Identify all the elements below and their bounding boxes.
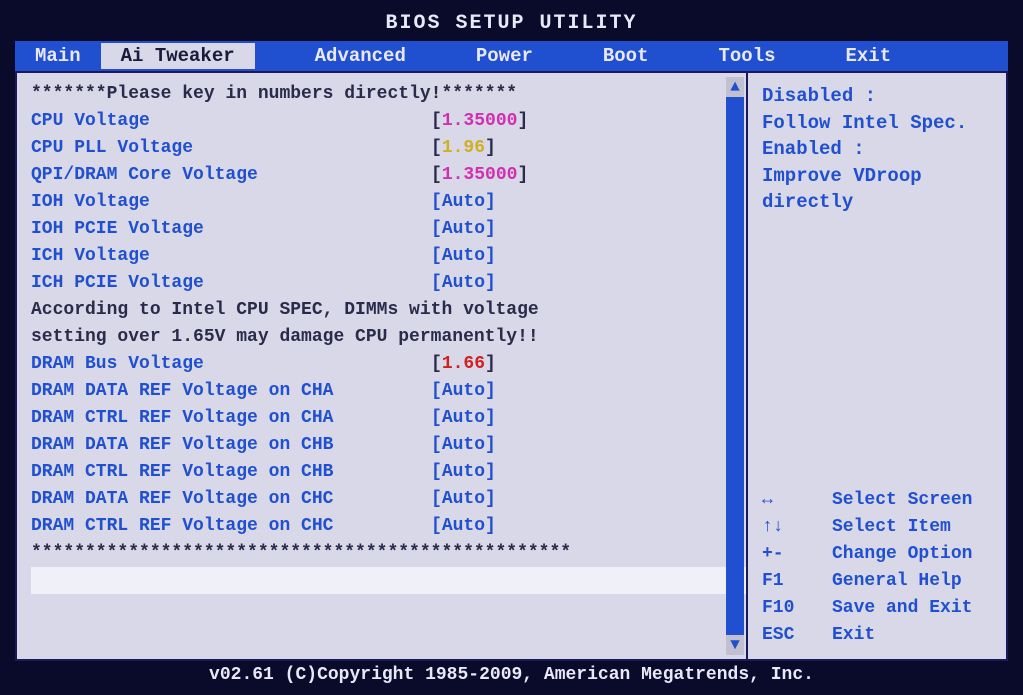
setting-value: [Auto] — [431, 270, 496, 297]
scrollbar[interactable]: ▲ ▼ — [726, 77, 744, 655]
header-hint: ******* Please key in numbers directly! … — [31, 81, 746, 108]
help-line: Enabled : — [762, 136, 992, 163]
setting-label: DRAM CTRL REF Voltage on CHC — [31, 513, 431, 540]
tab-boot[interactable]: Boot — [583, 43, 669, 69]
title-bar: BIOS SETUP UTILITY — [15, 10, 1008, 41]
setting-value: [Auto] — [431, 432, 496, 459]
setting-value: [Enabled] — [433, 567, 530, 594]
settings-panel: ******* Please key in numbers directly! … — [17, 73, 746, 659]
setting-dram-ctrl-ref-chc[interactable]: DRAM CTRL REF Voltage on CHC [Auto] — [31, 513, 746, 540]
setting-label: DRAM DATA REF Voltage on CHB — [31, 432, 431, 459]
setting-dram-bus-voltage[interactable]: DRAM Bus Voltage [1.66] — [31, 351, 746, 378]
main-area: ******* Please key in numbers directly! … — [15, 71, 1008, 661]
tab-advanced[interactable]: Advanced — [295, 43, 426, 69]
header-text: Please key in numbers directly! — [107, 81, 442, 108]
help-panel: Disabled : Follow Intel Spec. Enabled : … — [746, 73, 1006, 659]
tab-ai-tweaker[interactable]: Ai Tweaker — [101, 43, 255, 69]
setting-ich-voltage[interactable]: ICH Voltage [Auto] — [31, 243, 746, 270]
setting-qpi-dram-voltage[interactable]: QPI/DRAM Core Voltage [1.35000] — [31, 162, 746, 189]
setting-label: IOH Voltage — [31, 189, 431, 216]
bios-screen: BIOS SETUP UTILITY Main Ai Tweaker Advan… — [0, 0, 1023, 695]
help-line: Follow Intel Spec. — [762, 110, 992, 137]
tab-exit[interactable]: Exit — [826, 43, 912, 69]
setting-label: IOH PCIE Voltage — [31, 216, 431, 243]
divider: ****************************************… — [31, 540, 746, 567]
key-save-exit: F10Save and Exit — [762, 595, 992, 622]
key-general-help: F1General Help — [762, 568, 992, 595]
setting-label: DRAM Bus Voltage — [31, 351, 431, 378]
setting-dram-ctrl-ref-cha[interactable]: DRAM CTRL REF Voltage on CHA [Auto] — [31, 405, 746, 432]
setting-label: DRAM CTRL REF Voltage on CHA — [31, 405, 431, 432]
setting-value: [Auto] — [431, 513, 496, 540]
stars-left: ******* — [31, 81, 107, 108]
key-select-screen: ↔Select Screen — [762, 487, 992, 514]
setting-label: CPU Voltage — [31, 108, 431, 135]
key-select-item: ↑↓Select Item — [762, 514, 992, 541]
menu-bar: Main Ai Tweaker Advanced Power Boot Tool… — [15, 41, 1008, 71]
setting-value: [Auto] — [431, 486, 496, 513]
footer-copyright: v02.61 (C)Copyright 1985-2009, American … — [15, 661, 1008, 685]
setting-ioh-voltage[interactable]: IOH Voltage [Auto] — [31, 189, 746, 216]
warning-text-2: setting over 1.65V may damage CPU perman… — [31, 324, 746, 351]
setting-dram-ctrl-ref-chb[interactable]: DRAM CTRL REF Voltage on CHB [Auto] — [31, 459, 746, 486]
setting-value: [1.96] — [431, 135, 496, 162]
key-change-option: +-Change Option — [762, 541, 992, 568]
setting-value: [Auto] — [431, 189, 496, 216]
help-line: Disabled : — [762, 83, 992, 110]
setting-value: [Auto] — [431, 378, 496, 405]
tab-main[interactable]: Main — [15, 43, 101, 69]
setting-label: Load-Line Calibration — [33, 567, 433, 594]
setting-value: [1.35000] — [431, 108, 528, 135]
warning-text-1: According to Intel CPU SPEC, DIMMs with … — [31, 297, 746, 324]
setting-cpu-voltage[interactable]: CPU Voltage [1.35000] — [31, 108, 746, 135]
key-legend: ↔Select Screen ↑↓Select Item +-Change Op… — [762, 487, 992, 649]
setting-value: [Auto] — [431, 243, 496, 270]
tab-tools[interactable]: Tools — [698, 43, 795, 69]
scroll-thumb[interactable] — [726, 97, 744, 635]
setting-value: [Auto] — [431, 459, 496, 486]
setting-value: [Auto] — [431, 405, 496, 432]
help-line: Improve VDroop — [762, 163, 992, 190]
setting-load-line-calibration[interactable]: Load-Line Calibration [Enabled] — [31, 567, 746, 594]
setting-value: [Auto] — [431, 216, 496, 243]
setting-label: DRAM DATA REF Voltage on CHC — [31, 486, 431, 513]
stars-right: ******* — [441, 81, 517, 108]
key-exit: ESCExit — [762, 622, 992, 649]
setting-label: QPI/DRAM Core Voltage — [31, 162, 431, 189]
tab-power[interactable]: Power — [456, 43, 553, 69]
scroll-down-icon[interactable]: ▼ — [726, 635, 744, 655]
setting-label: ICH Voltage — [31, 243, 431, 270]
setting-ioh-pcie-voltage[interactable]: IOH PCIE Voltage [Auto] — [31, 216, 746, 243]
setting-label: ICH PCIE Voltage — [31, 270, 431, 297]
context-help: Disabled : Follow Intel Spec. Enabled : … — [762, 83, 992, 216]
setting-label: DRAM CTRL REF Voltage on CHB — [31, 459, 431, 486]
setting-dram-data-ref-chb[interactable]: DRAM DATA REF Voltage on CHB [Auto] — [31, 432, 746, 459]
setting-value: [1.35000] — [431, 162, 528, 189]
setting-dram-data-ref-chc[interactable]: DRAM DATA REF Voltage on CHC [Auto] — [31, 486, 746, 513]
setting-value: [1.66] — [431, 351, 496, 378]
scroll-up-icon[interactable]: ▲ — [726, 77, 744, 97]
setting-label: DRAM DATA REF Voltage on CHA — [31, 378, 431, 405]
setting-ich-pcie-voltage[interactable]: ICH PCIE Voltage [Auto] — [31, 270, 746, 297]
setting-label: CPU PLL Voltage — [31, 135, 431, 162]
help-line: directly — [762, 189, 992, 216]
setting-cpu-pll-voltage[interactable]: CPU PLL Voltage [1.96] — [31, 135, 746, 162]
setting-dram-data-ref-cha[interactable]: DRAM DATA REF Voltage on CHA [Auto] — [31, 378, 746, 405]
